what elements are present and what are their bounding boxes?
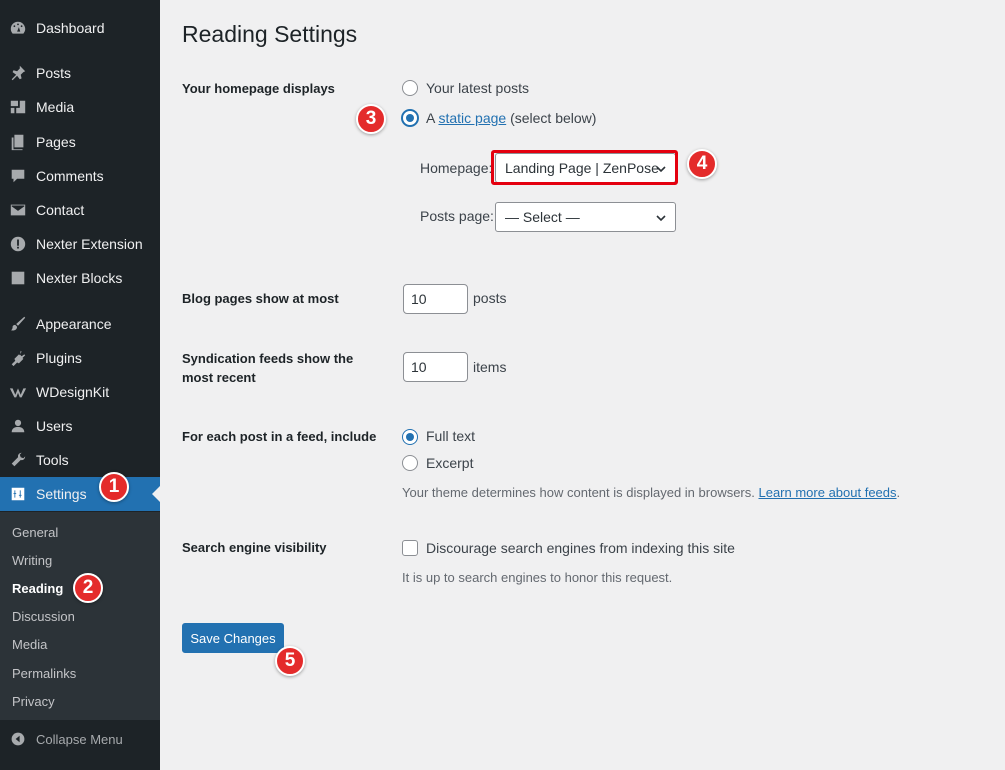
pin-icon	[0, 56, 36, 90]
plug-icon	[0, 341, 36, 375]
static-page-label: A static page (select below)	[426, 110, 596, 126]
menu-label: Appearance	[36, 316, 112, 332]
submenu-reading[interactable]: Reading	[12, 581, 63, 596]
radio-latest-posts[interactable]	[402, 80, 418, 96]
menu-label: Posts	[36, 65, 72, 81]
user-icon	[0, 409, 36, 443]
menu-label: Tools	[36, 452, 69, 468]
search-visibility-label: Search engine visibility	[182, 540, 327, 555]
syndication-label: Syndication feeds show the most recent	[182, 351, 354, 385]
menu-appearance[interactable]: Appearance	[0, 307, 160, 341]
dashboard-icon	[0, 11, 36, 45]
menu-settings[interactable]: Settings	[0, 477, 160, 511]
comment-icon	[0, 159, 36, 193]
page-title: Reading Settings	[182, 21, 358, 47]
radio-full-text[interactable]	[402, 429, 418, 445]
submenu-privacy[interactable]: Privacy	[12, 694, 55, 709]
static-suffix: (select below)	[506, 110, 597, 126]
feed-description: Your theme determines how content is dis…	[402, 485, 900, 500]
menu-dashboard[interactable]: Dashboard	[0, 11, 160, 45]
chevron-down-icon	[656, 215, 666, 222]
menu-wdesignkit[interactable]: WDesignKit	[0, 375, 160, 409]
pages-icon	[0, 125, 36, 159]
menu-label: Contact	[36, 202, 85, 218]
menu-nexter-blocks[interactable]: Nexter Blocks	[0, 261, 160, 295]
blog-pages-input[interactable]: 10	[403, 284, 468, 314]
highlight-frame	[491, 150, 678, 185]
radio-excerpt[interactable]	[402, 455, 418, 471]
menu-label: Nexter Extension	[36, 236, 143, 252]
latest-posts-label: Your latest posts	[426, 80, 529, 96]
menu-users[interactable]: Users	[0, 409, 160, 443]
wdesignkit-icon	[0, 375, 36, 409]
media-icon	[0, 90, 36, 124]
submenu-media[interactable]: Media	[12, 637, 47, 652]
menu-posts[interactable]: Posts	[0, 56, 160, 90]
menu-label: Users	[36, 418, 73, 434]
menu-comments[interactable]: Comments	[0, 159, 160, 193]
menu-label: Settings	[36, 486, 87, 502]
discourage-search-checkbox[interactable]	[402, 540, 418, 556]
radio-static-page[interactable]	[402, 110, 418, 126]
menu-contact[interactable]: Contact	[0, 193, 160, 227]
syndication-input[interactable]: 10	[403, 352, 468, 382]
homepage-select-label: Homepage:	[420, 160, 493, 176]
menu-label: Dashboard	[36, 20, 105, 36]
step-badge-4: 4	[687, 149, 717, 179]
submenu-discussion[interactable]: Discussion	[12, 609, 75, 624]
save-changes-button[interactable]: Save Changes	[182, 623, 284, 653]
menu-label: Pages	[36, 134, 76, 150]
menu-media[interactable]: Media	[0, 90, 160, 124]
settings-submenu: General Writing Reading Discussion Media…	[0, 512, 160, 720]
syndication-suffix: items	[473, 359, 507, 375]
discourage-search-label: Discourage search engines from indexing …	[426, 540, 735, 556]
step-badge-2: 2	[73, 573, 103, 603]
posts-page-select-label: Posts page:	[420, 208, 494, 224]
submenu-general[interactable]: General	[12, 525, 58, 540]
submenu-permalinks[interactable]: Permalinks	[12, 666, 76, 681]
excerpt-label: Excerpt	[426, 455, 474, 471]
step-badge-3: 3	[356, 104, 386, 134]
envelope-icon	[0, 193, 36, 227]
step-badge-5: 5	[275, 646, 305, 676]
current-arrow	[152, 486, 160, 502]
collapse-menu-button[interactable]: Collapse Menu	[0, 724, 160, 754]
static-prefix: A	[426, 110, 439, 126]
step-badge-1: 1	[99, 472, 129, 502]
brush-icon	[0, 307, 36, 341]
posts-page-select[interactable]: — Select —	[495, 202, 676, 232]
feed-include-label: For each post in a feed, include	[182, 429, 377, 444]
exclamation-icon	[0, 227, 36, 261]
menu-tools[interactable]: Tools	[0, 443, 160, 477]
learn-more-feeds-link[interactable]: Learn more about feeds	[758, 485, 896, 500]
full-text-label: Full text	[426, 428, 476, 444]
menu-label: Comments	[36, 168, 104, 184]
wrench-icon	[0, 443, 36, 477]
static-page-link[interactable]: static page	[438, 110, 506, 126]
collapse-label: Collapse Menu	[36, 731, 123, 747]
menu-nexter-extension[interactable]: Nexter Extension	[0, 227, 160, 261]
menu-pages[interactable]: Pages	[0, 125, 160, 159]
feed-description-text: Your theme determines how content is dis…	[402, 485, 759, 500]
homepage-displays-label: Your homepage displays	[182, 81, 335, 96]
posts-page-select-value: — Select —	[505, 209, 580, 225]
menu-label: Nexter Blocks	[36, 270, 123, 286]
submenu-writing[interactable]: Writing	[12, 553, 52, 568]
menu-label: Media	[36, 99, 75, 115]
feed-description-end: .	[896, 485, 901, 500]
square-icon	[0, 261, 36, 295]
blog-pages-label: Blog pages show at most	[182, 291, 339, 306]
menu-label: WDesignKit	[36, 384, 110, 400]
admin-sidebar: Dashboard Posts Media Pages Comments Con…	[0, 0, 160, 770]
menu-label: Plugins	[36, 350, 82, 366]
collapse-arrow-icon	[0, 731, 36, 747]
search-visibility-description: It is up to search engines to honor this…	[402, 570, 673, 585]
blog-pages-suffix: posts	[473, 290, 507, 306]
menu-plugins[interactable]: Plugins	[0, 341, 160, 375]
settings-icon	[0, 477, 36, 511]
